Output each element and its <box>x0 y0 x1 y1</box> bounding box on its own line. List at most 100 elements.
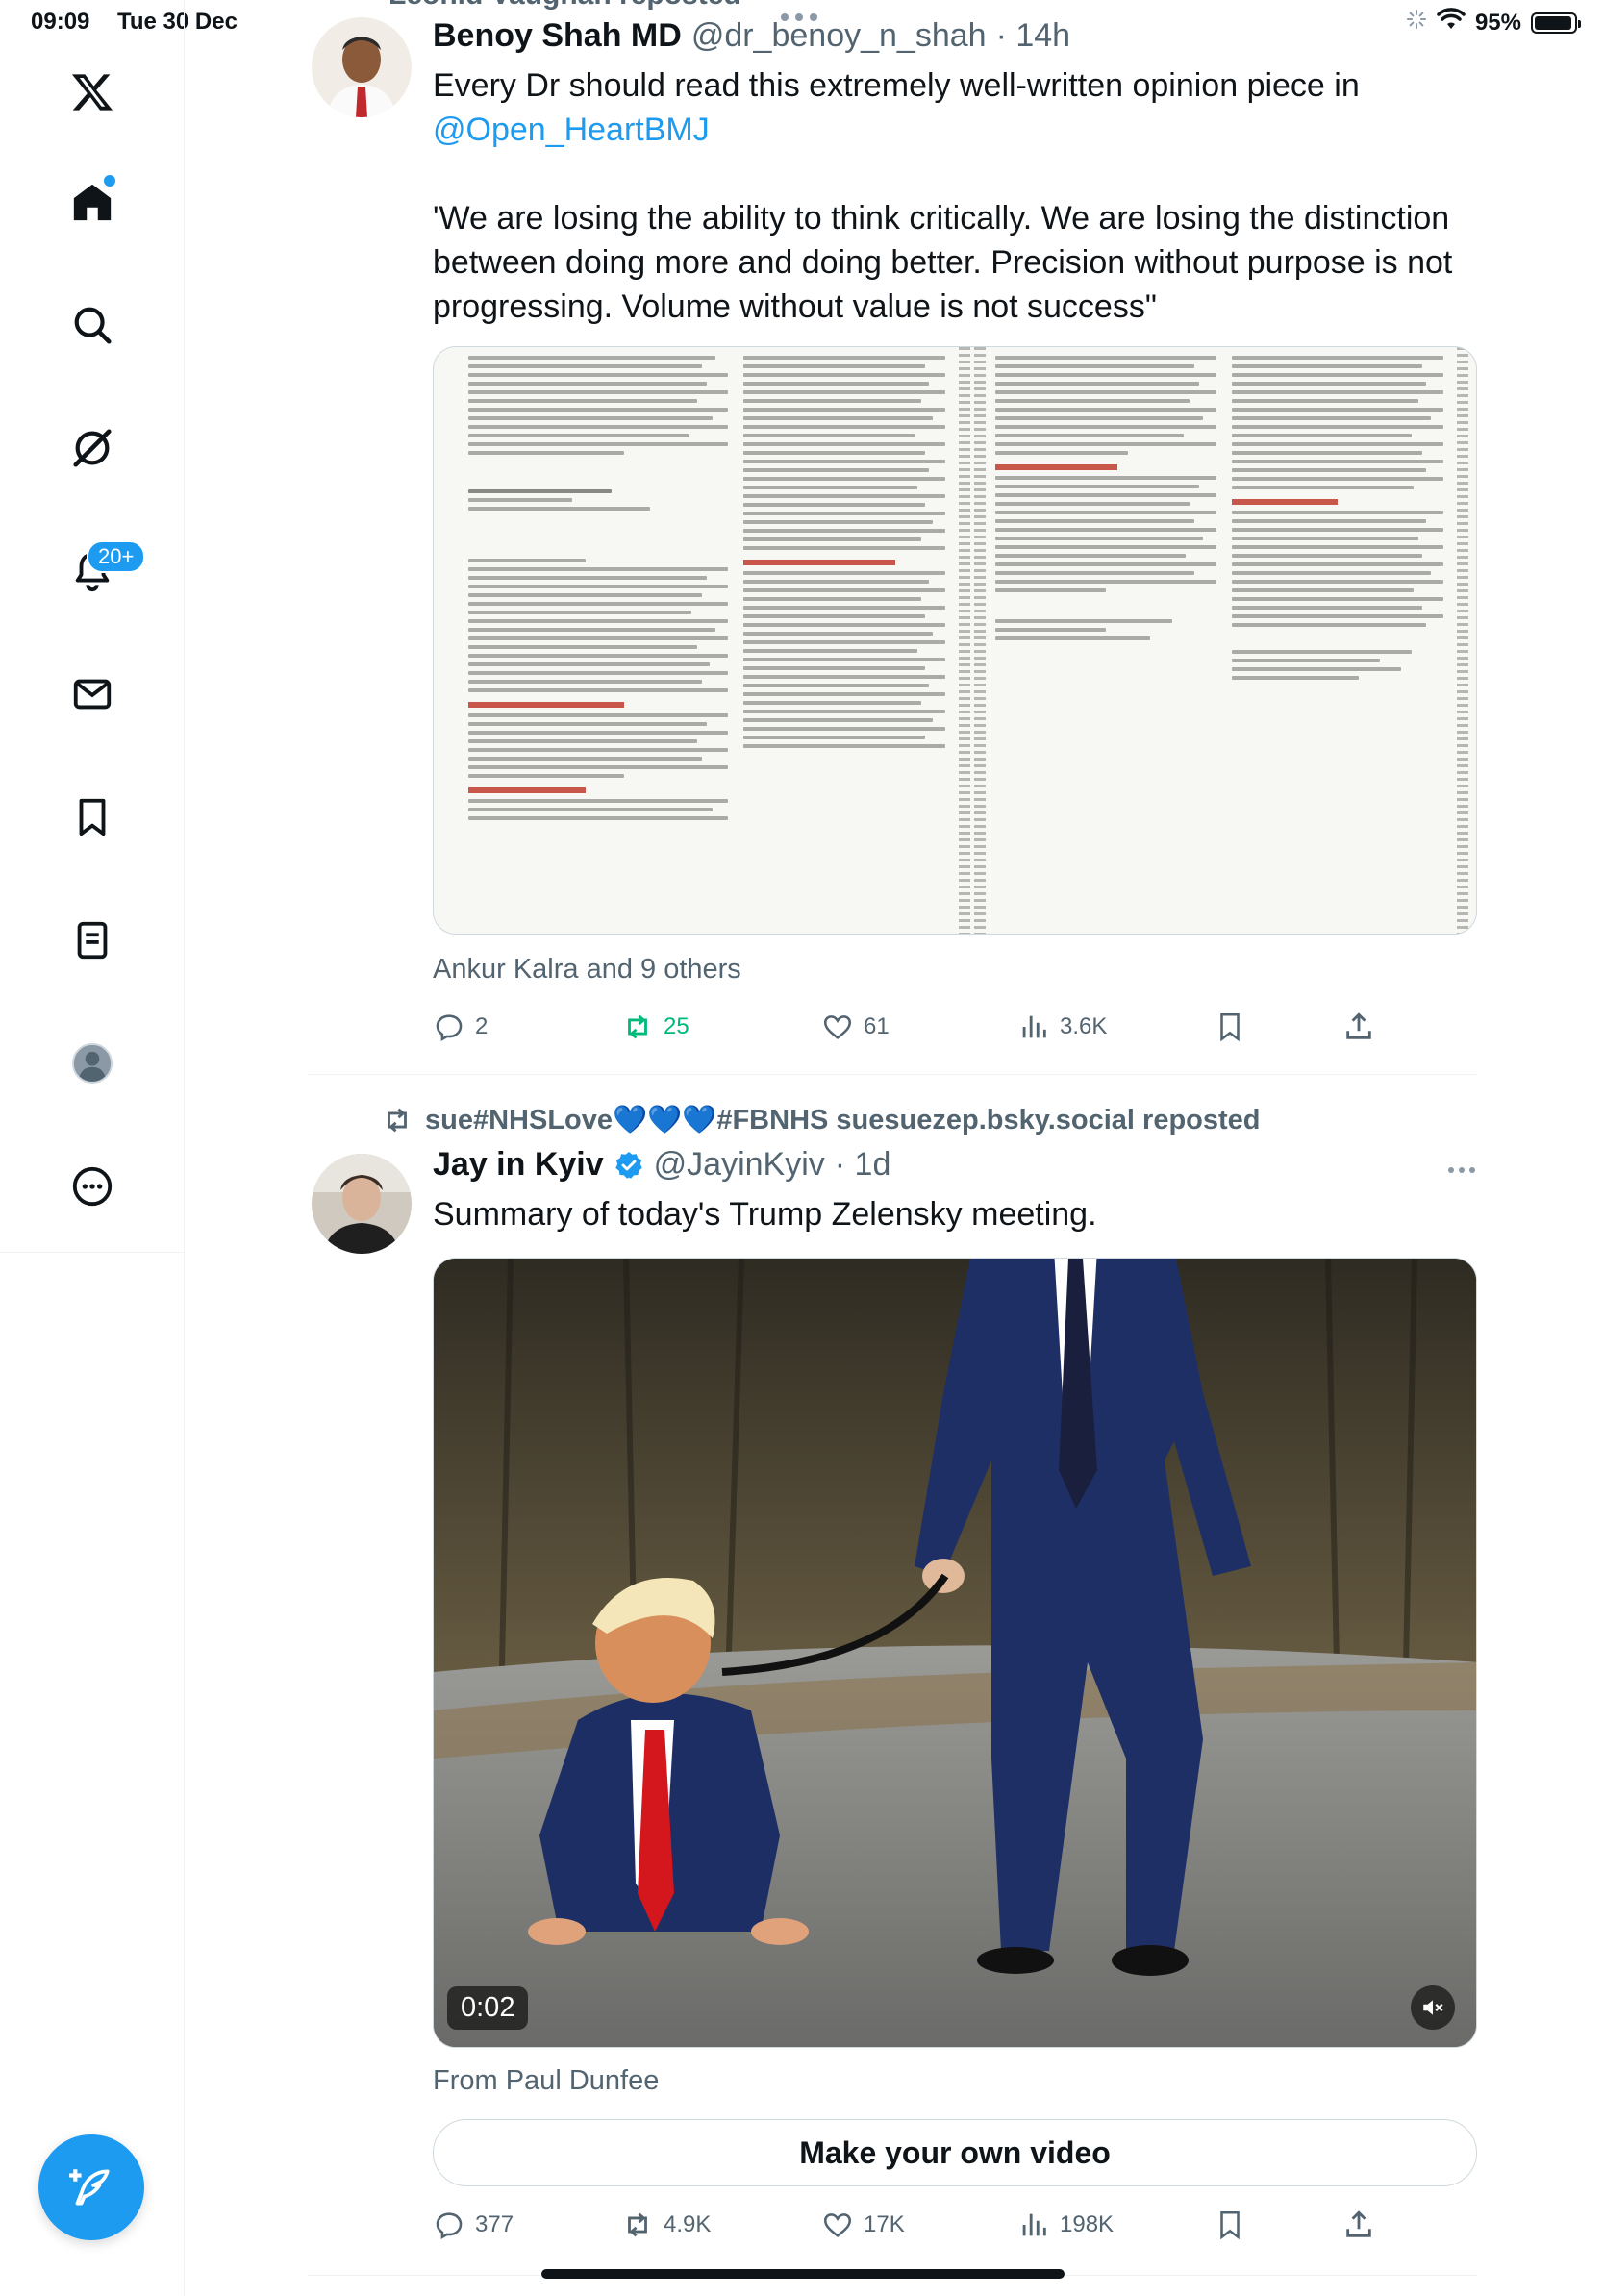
repost-header-text[interactable]: sue#NHSLove💙💙💙#FBNHS suesuezep.bsky.soci… <box>425 1104 1261 1136</box>
heart-icon <box>823 1015 852 1039</box>
profile-icon <box>71 1042 113 1085</box>
battery-level <box>1535 15 1571 30</box>
sidebar-item-home[interactable] <box>46 156 138 248</box>
article-margin-text <box>974 347 986 934</box>
article-column <box>468 347 728 934</box>
more-options-icon[interactable] <box>1448 1167 1475 1173</box>
reply-count: 377 <box>475 2211 514 2237</box>
lists-icon <box>77 921 108 960</box>
bookmarks-icon <box>79 798 106 836</box>
mention-link[interactable]: @Open_HeartBMJ <box>433 108 1477 152</box>
views-count: 198K <box>1060 2211 1115 2237</box>
article-column <box>1232 347 1443 934</box>
repost-icon <box>628 1014 647 1039</box>
tweet-time[interactable]: · 1d <box>835 1146 891 1184</box>
views-button[interactable]: 198K <box>1017 2209 1114 2241</box>
bookmark-icon <box>1220 1012 1240 1042</box>
author-name[interactable]: Benoy Shah MD <box>433 17 682 55</box>
share-icon <box>1346 2210 1371 2237</box>
repost-count: 25 <box>664 1013 689 1039</box>
tweet-actions: 2 25 61 3.6K <box>433 1008 1477 1046</box>
tweet[interactable]: sue#NHSLove💙💙💙#FBNHS suesuezep.bsky.soci… <box>308 1075 1477 2277</box>
repost-icon <box>388 1108 407 1133</box>
article-margin-text <box>1457 347 1468 934</box>
share-button[interactable] <box>1342 2209 1375 2241</box>
bookmark-icon <box>1220 2210 1240 2240</box>
article-column <box>995 347 1216 934</box>
muted-speaker-icon <box>1423 2000 1443 2015</box>
author-handle[interactable]: @JayinKyiv <box>654 1146 825 1184</box>
sidebar-item-notifications[interactable]: 20+ <box>46 525 146 617</box>
video-frame <box>434 1259 1476 2047</box>
sidebar-item-grok[interactable] <box>46 402 138 494</box>
notifications-badge: 20+ <box>87 540 146 573</box>
video-timestamp: 0:02 <box>447 1986 529 2030</box>
heart-icon <box>823 2213 852 2237</box>
reply-icon <box>436 2212 463 2239</box>
sidebar-item-more[interactable] <box>46 1140 138 1233</box>
sidebar-item-lists[interactable] <box>46 894 138 986</box>
tweet-image-article[interactable] <box>433 346 1477 935</box>
repost-icon <box>628 2212 647 2237</box>
grok-icon <box>73 429 112 467</box>
avatar[interactable] <box>312 17 412 117</box>
tweet-author-row: Jay in Kyiv @JayinKyiv · 1d <box>433 1146 890 1184</box>
x-logo-icon[interactable] <box>46 46 138 138</box>
tweet-quote-text: 'We are losing the ability to think crit… <box>433 200 1453 325</box>
views-count: 3.6K <box>1060 1013 1108 1039</box>
like-button[interactable]: 61 <box>821 1011 890 1043</box>
verified-badge-icon <box>614 1151 642 1179</box>
article-column <box>743 347 945 934</box>
social-context[interactable]: Ankur Kalra and 9 others <box>433 954 741 986</box>
tweet-author-row: Benoy Shah MD @dr_benoy_n_shah · 14h <box>433 17 1070 55</box>
reply-button[interactable]: 2 <box>433 1011 488 1043</box>
share-button[interactable] <box>1342 1011 1375 1043</box>
bookmark-button[interactable] <box>1214 1011 1246 1043</box>
messages-icon <box>73 679 112 710</box>
video-source[interactable]: From Paul Dunfee <box>433 2065 659 2097</box>
like-count: 17K <box>864 2211 905 2237</box>
views-icon <box>1022 2213 1046 2236</box>
repost-header: sue#NHSLove💙💙💙#FBNHS suesuezep.bsky.soci… <box>381 1104 1261 1136</box>
tweet-actions: 377 4.9K 17K 198K <box>433 2206 1477 2244</box>
repost-header: Leonid Vaughan reposted <box>388 0 741 12</box>
home-indicator[interactable] <box>541 2269 1065 2279</box>
more-icon <box>72 1166 113 1207</box>
reply-count: 2 <box>475 1013 489 1039</box>
sidebar-nav: 20+ <box>0 0 185 2296</box>
like-button[interactable]: 17K <box>821 2209 905 2241</box>
author-name[interactable]: Jay in Kyiv <box>433 1146 604 1184</box>
search-icon <box>74 307 112 344</box>
tweet-video[interactable]: 0:02 <box>433 1258 1477 2048</box>
sidebar-item-bookmarks[interactable] <box>46 771 138 863</box>
author-handle[interactable]: @dr_benoy_n_shah <box>691 17 987 55</box>
sidebar-item-profile[interactable] <box>46 1017 138 1110</box>
tweet-time[interactable]: · 14h <box>996 17 1071 55</box>
mute-button[interactable] <box>1411 1985 1455 2030</box>
views-button[interactable]: 3.6K <box>1017 1011 1107 1043</box>
tweet-text: Summary of today's Trump Zelensky meetin… <box>433 1196 1097 1233</box>
sidebar-divider <box>0 1252 185 1253</box>
compose-button[interactable] <box>38 2134 144 2240</box>
compose-icon <box>69 2169 110 2206</box>
article-margin-text <box>959 347 970 934</box>
tweet[interactable]: Leonid Vaughan reposted Benoy Shah MD @d… <box>308 0 1477 1075</box>
sidebar-item-messages[interactable] <box>46 648 138 740</box>
reply-icon <box>436 1014 463 1041</box>
battery-percent: 95% <box>1474 9 1521 36</box>
avatar[interactable] <box>312 1154 412 1254</box>
like-count: 61 <box>864 1013 890 1039</box>
share-icon <box>1346 1012 1371 1039</box>
battery-icon <box>1531 12 1581 34</box>
sidebar-item-search[interactable] <box>46 279 138 371</box>
make-your-own-video-button[interactable]: Make your own video <box>433 2119 1477 2186</box>
reply-button[interactable]: 377 <box>433 2209 514 2241</box>
tweet-text-intro: Every Dr should read this extremely well… <box>433 67 1360 104</box>
views-icon <box>1022 1015 1046 1038</box>
repost-button[interactable]: 4.9K <box>621 2209 711 2241</box>
tweet-text: Every Dr should read this extremely well… <box>433 63 1477 329</box>
bookmark-button[interactable] <box>1214 2209 1246 2241</box>
new-posts-dot <box>104 175 115 187</box>
repost-count: 4.9K <box>664 2211 712 2237</box>
repost-button[interactable]: 25 <box>621 1011 689 1043</box>
